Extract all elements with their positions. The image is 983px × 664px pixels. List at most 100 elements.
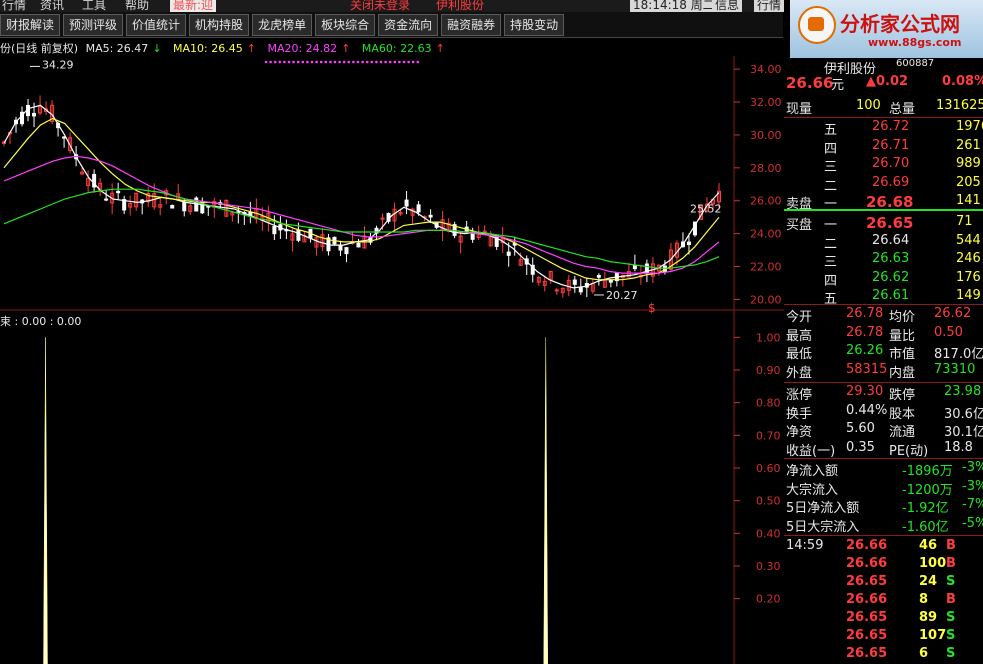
menu-item-quote-2[interactable]: 行情 (754, 0, 785, 12)
stat-value: 18.8 (944, 439, 973, 455)
stat-label: 股本 (889, 406, 916, 422)
signal-dot (324, 60, 328, 64)
stat-label: 外盘 (786, 365, 813, 381)
signal-dot (347, 60, 351, 64)
flow-value: -1.60亿 (902, 519, 949, 535)
bid-row: 四 26.62 176 (784, 270, 983, 289)
tick-side: S (946, 610, 956, 625)
price-tick-label: 20.00 (750, 293, 782, 306)
candle-body (578, 287, 583, 293)
stat-row: 收益(一) 0.35 PE(动) 18.8 (784, 439, 983, 459)
stat-value: 5.60 (846, 421, 875, 436)
candle-body (116, 190, 121, 194)
candle-body (632, 264, 637, 270)
bid-level: 四 (824, 273, 838, 289)
divider (784, 382, 983, 383)
ask-level: 四 (824, 141, 838, 157)
stat-value: 58315 (846, 361, 888, 377)
menu-item-news[interactable]: 资讯 (40, 0, 64, 12)
login-status[interactable]: 关闭未登录 (350, 0, 410, 12)
high-price-label: 34.29 (42, 58, 74, 71)
indicator-spike (543, 337, 549, 664)
signal-dots (264, 60, 420, 64)
ask-volume: 141 (956, 193, 981, 208)
indicator-tick-label: 0.60 (756, 462, 781, 475)
toolbar-button-dragon-tiger[interactable]: 龙虎榜单 (252, 13, 313, 36)
bid-price: 26.63 (872, 251, 910, 266)
quote-panel: 伊利股份 600887 26.66 元 ▲0.02 0.08% 现量 100 总量 131625 五… (784, 0, 983, 664)
signal-dot (306, 60, 309, 64)
flow-row: 净流入额 -1896万 -3% (784, 460, 983, 479)
tick-price: 26.65 (846, 574, 888, 589)
bid-level: 二 (824, 236, 838, 252)
indicator-tick-label: 0.40 (756, 527, 781, 540)
price-unit: 元 (831, 78, 845, 93)
toolbar-button-fund-flow[interactable]: 资金流向 (378, 13, 439, 36)
menu-item-tools[interactable]: 工具 (82, 0, 106, 12)
signal-dot (338, 60, 341, 64)
toolbar-button-margin[interactable]: 融资融券 (441, 13, 502, 36)
logo-url: www.88gs.com (868, 36, 962, 49)
stat-value: 30.6亿 (944, 406, 983, 422)
signal-dot (411, 60, 415, 64)
indicator-axis: 1.00 0.90 0.80 0.70 0.60 0.50 0.40 0.30 0.20 (734, 331, 781, 606)
ask-row: 四 26.71 261 (784, 138, 983, 157)
candle-body (428, 214, 433, 218)
tick-volume: 46 (919, 538, 938, 553)
menu-item-info[interactable]: 信息 (712, 0, 743, 12)
toolbar-button-institution-holdings[interactable]: 机构持股 (189, 13, 250, 36)
chart-title: 份(日线 前复权) (0, 42, 79, 55)
clock: 18:14:18 周二 (630, 0, 718, 12)
candle-body (344, 247, 349, 255)
price-tick-label: 24.00 (750, 228, 782, 241)
price-tick-label: 30.00 (750, 129, 782, 142)
stat-row: 净资 5.60 流通 30.1亿 (784, 421, 983, 440)
signal-dot (342, 60, 346, 64)
toolbar-button-forecast-rating[interactable]: 预测评级 (63, 13, 124, 36)
stat-value: 0.35 (846, 439, 875, 455)
toolbar-button-holding-change[interactable]: 持股变动 (504, 13, 565, 36)
kline-chart[interactable]: 34.00 32.00 30.00 28.00 26.00 24.00 22.00 20.00… (0, 56, 784, 664)
flow-pct: -5% (962, 515, 983, 531)
bid-row: 买盘一 26.65 71 (784, 214, 983, 233)
bid-price: 26.61 (872, 288, 910, 303)
ma5-label: MA5: 26.47 ↓ (86, 42, 166, 55)
signal-dot (375, 60, 378, 64)
tick-row: 26.65 89 S (784, 610, 983, 628)
stat-label: 今开 (786, 310, 813, 325)
divider (784, 304, 983, 305)
toolbar-button-value-stats[interactable]: 价值统计 (126, 13, 187, 36)
ask-row: 二 26.69 205 (784, 174, 983, 194)
stat-value: 29.30 (846, 384, 884, 399)
menu-item-quote[interactable]: 行情 (2, 0, 26, 12)
ask-price: 26.70 (872, 156, 910, 171)
candle-body (296, 229, 301, 241)
ma-lines-group (3, 104, 720, 289)
ma10-value: MA10: 26.45 (173, 42, 243, 55)
signal-dot (273, 60, 277, 64)
flow-label: 大宗流入 (786, 482, 839, 498)
price-tick-label: 32.00 (750, 96, 782, 109)
flow-row: 大宗流入 -1200万 -3% (784, 479, 983, 498)
stat-value: 0.44% (846, 402, 888, 418)
divider (784, 535, 983, 536)
ask-volume: 205 (956, 174, 981, 190)
stat-label: 跌停 (889, 388, 916, 403)
bid-volume: 71 (956, 214, 973, 229)
price-change-pct: 0.08% (942, 74, 983, 89)
candle-body (506, 251, 511, 256)
tick-row: 26.66 100 B (784, 556, 983, 574)
toolbar-button-sector[interactable]: 板块综合 (315, 13, 376, 36)
stat-value: 26.26 (846, 343, 884, 358)
signal-dot (370, 60, 374, 64)
menu-item-help[interactable]: 帮助 (125, 0, 149, 12)
toolbar-button-financial-report[interactable]: 财报解读 (0, 13, 61, 36)
stat-value: 0.50 (934, 324, 963, 340)
tick-price: 26.65 (846, 646, 888, 661)
ask-row: 五 26.72 1976 (784, 119, 983, 138)
tick-side: B (946, 538, 956, 553)
stat-row: 换手 0.44% 股本 30.6亿 (784, 402, 983, 422)
stat-row: 涨停 29.30 跌停 23.98 (784, 384, 983, 403)
signal-dot (292, 60, 295, 64)
menu-item-latest[interactable]: 最新:迎 (170, 0, 217, 12)
